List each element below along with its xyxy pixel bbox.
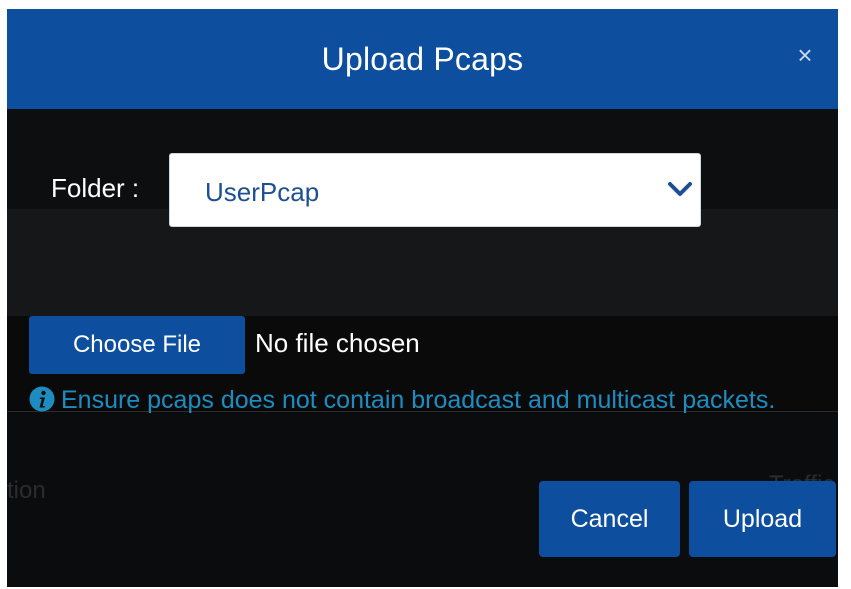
upload-button[interactable]: Upload — [689, 481, 836, 557]
info-notice-text: Ensure pcaps does not contain broadcast … — [61, 386, 776, 414]
file-status-text: No file chosen — [255, 328, 420, 358]
background-partial-text: tion — [7, 477, 46, 504]
dialog-title: Upload Pcaps — [321, 41, 524, 77]
dialog-header: Upload Pcaps × — [7, 9, 838, 109]
upload-pcaps-dialog: tion Traffic Upload Pcaps × Folder : Use… — [7, 9, 838, 587]
folder-label: Folder : — [51, 173, 140, 203]
choose-file-button[interactable]: Choose File — [29, 316, 245, 374]
folder-selected-value: UserPcap — [205, 177, 320, 207]
chevron-down-icon — [668, 182, 692, 196]
folder-select[interactable]: UserPcap — [169, 153, 701, 227]
close-icon[interactable]: × — [793, 42, 817, 68]
cancel-button[interactable]: Cancel — [539, 481, 680, 557]
